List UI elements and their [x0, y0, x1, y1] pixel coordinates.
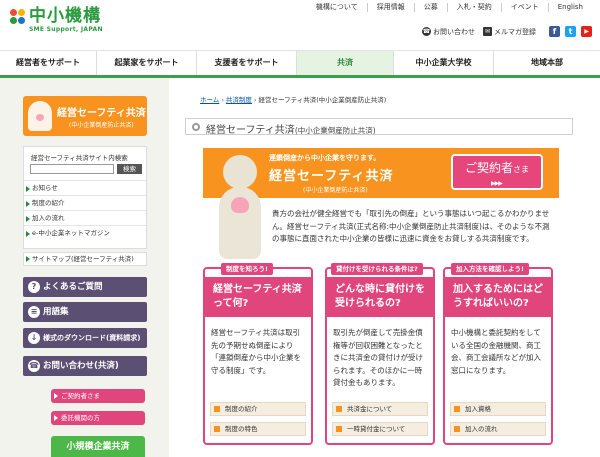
link-recruit[interactable]: 採用情報 — [366, 3, 414, 12]
heart-icon — [231, 197, 249, 213]
small-business-banner[interactable]: 小規模企業共済 — [51, 436, 145, 457]
card-join: 加入するためにはどうすればいいの? 加入方法を確認しよう! 中小機構と委託契約を… — [443, 263, 553, 445]
link-events[interactable]: イベント — [500, 3, 548, 12]
mascot-character-icon — [215, 155, 265, 265]
phone-icon: ☎ — [28, 360, 40, 372]
hero-button-suffix: さま — [513, 165, 529, 174]
phone-icon: ☎ — [422, 27, 431, 36]
search-input[interactable] — [30, 164, 114, 174]
site-header: 中小機構 SME Support, JAPAN 機構について 採用情報 公募 入… — [0, 0, 600, 50]
sidebar-item-news[interactable]: お知らせ — [24, 180, 146, 195]
card-title: どんな時に貸付けを受けられるの? — [327, 277, 433, 317]
hero-catch: 連鎖倒産から中小企業を守ります。 — [269, 154, 381, 162]
newsletter-label: メルマガ登録 — [494, 27, 536, 36]
card-loans: どんな時に貸付けを受けられるの? 貸付けを受けられる条件は? 取引先が倒産して売… — [325, 263, 435, 445]
sidebar-item-flow[interactable]: 加入の流れ — [24, 210, 146, 225]
gnav-mutual-aid[interactable]: 共済 — [297, 51, 394, 75]
faq-button[interactable]: ? よくあるご質問 — [23, 277, 147, 297]
breadcrumb-home[interactable]: ホーム — [200, 96, 219, 104]
character-icon — [28, 101, 52, 131]
mail-icon: ✉ — [483, 27, 492, 36]
card-link-benefits[interactable]: 共済金について — [332, 402, 428, 416]
card-link-join-flow[interactable]: 加入の流れ — [450, 422, 546, 436]
contact-button[interactable]: ☎ お問い合わせ(共済) — [23, 356, 147, 376]
sidebar-item-system[interactable]: 制度の紹介 — [24, 195, 146, 210]
page-title-box: 経営セーフティ共済(中小企業倒産防止共済) — [185, 118, 573, 136]
breadcrumb-current: 経営セーフティ共済(中小企業倒産防止共済) — [258, 96, 387, 104]
hero-title: 経営セーフティ共済 — [269, 169, 394, 184]
subscriber-button[interactable]: ご契約者さま — [51, 389, 145, 403]
download-icon: ↓ — [28, 332, 40, 344]
link-about[interactable]: 機構について — [307, 3, 367, 12]
logo-subtitle: SME Support, JAPAN — [29, 26, 103, 33]
sidebar-link-list: お知らせ 制度の紹介 加入の流れ e-中小企業ネットマガジン — [24, 180, 146, 240]
hero-sub: (中小企業倒産防止共済) — [303, 187, 368, 194]
card-link-features[interactable]: 制度の特色 — [210, 422, 306, 436]
logo-mark-icon — [10, 9, 26, 25]
card-body: 取引先が倒産して売掛金債権等が回収困難となったときに共済金の貸付けが受けられます… — [333, 328, 423, 387]
gnav-regional[interactable]: 地域本部 — [494, 51, 600, 75]
link-public-offer[interactable]: 公募 — [413, 3, 447, 12]
youtube-icon[interactable]: ▶ — [581, 26, 592, 37]
card-title: 加入するためにはどうすればいいの? — [445, 277, 551, 317]
book-icon: ≡ — [28, 306, 40, 318]
card-tag: 加入方法を確認しよう! — [451, 263, 529, 275]
faq-label: よくあるご質問 — [43, 282, 103, 292]
link-english[interactable]: English — [547, 3, 592, 12]
contact-label: お問い合わせ — [433, 27, 475, 36]
breadcrumb: ホーム › 共済制度 › 経営セーフティ共済(中小企業倒産防止共済) — [200, 96, 387, 104]
hero-button-label: ご契約者 — [464, 161, 513, 175]
sidebar-item-sitemap[interactable]: サイトマップ(経営セーフティ共済) — [23, 252, 147, 266]
breadcrumb-mutual-aid[interactable]: 共済制度 — [226, 96, 252, 104]
card-body: 経営セーフティ共済は取引先の予期せぬ倒産により「連鎖倒産から中小企業を守る制度」… — [211, 328, 301, 375]
gnav-managers[interactable]: 経営者をサポート — [0, 51, 97, 75]
facebook-icon[interactable]: f — [549, 26, 560, 37]
question-icon: ? — [28, 281, 40, 293]
card-tag: 貸付けを受けられる条件は? — [331, 263, 423, 275]
glossary-label: 用語集 — [43, 307, 69, 317]
sidebar-item-netmagazine[interactable]: e-中小企業ネットマガジン — [24, 225, 146, 240]
agency-button[interactable]: 委託機関の方 — [51, 411, 145, 425]
card-link-eligibility[interactable]: 加入資格 — [450, 402, 546, 416]
utility-links: 機構について 採用情報 公募 入札・契約 イベント English — [307, 3, 592, 12]
header-actions: ☎ お問い合わせ ✉ メルマガ登録 f t ▶ — [422, 26, 592, 37]
download-button[interactable]: ↓ 様式のダウンロード(資料請求) — [23, 328, 147, 348]
global-nav: 経営者をサポート 起業家をサポート 支援者をサポート 共済 中小企業大学校 地域… — [0, 50, 600, 78]
twitter-icon[interactable]: t — [565, 26, 576, 37]
contact-button-label: お問い合わせ(共済) — [43, 361, 119, 371]
contact-link[interactable]: ☎ お問い合わせ — [422, 27, 475, 37]
card-about: 経営セーフティ共済って何? 制度を知ろう! 経営セーフティ共済は取引先の予期せぬ… — [203, 263, 313, 445]
card-tag: 制度を知ろう! — [221, 263, 273, 275]
sidebar-banner[interactable]: 経営セーフティ共済 (中小企業倒産防止共済) — [23, 96, 147, 136]
card-title: 経営セーフティ共済って何? — [205, 277, 311, 317]
gnav-sme-university[interactable]: 中小企業大学校 — [394, 51, 494, 75]
logo-title: 中小機構 — [29, 6, 101, 26]
site-logo[interactable]: 中小機構 SME Support, JAPAN — [10, 6, 103, 33]
newsletter-link[interactable]: ✉ メルマガ登録 — [483, 27, 536, 37]
sidebar-banner-sub: (中小企業倒産防止共済) — [69, 122, 134, 129]
page-title-sub: (中小企業倒産防止共済) — [294, 126, 376, 135]
sidebar-search-box: 経営セーフティ共済サイト内検索 検索 お知らせ 制度の紹介 加入の流れ e-中小… — [23, 146, 147, 249]
subscriber-hero-button[interactable]: ご契約者さま ▶▶▶ — [451, 154, 543, 190]
search-button[interactable]: 検索 — [117, 164, 142, 174]
card-link-temporary-loans[interactable]: 一時貸付金について — [332, 422, 428, 436]
title-circle-icon — [192, 123, 200, 131]
gnav-entrepreneurs[interactable]: 起業家をサポート — [97, 51, 197, 75]
link-bidding[interactable]: 入札・契約 — [446, 3, 501, 12]
download-label: 様式のダウンロード(資料請求) — [43, 334, 141, 342]
page-title: 経営セーフティ共済(中小企業倒産防止共済) — [206, 125, 376, 136]
arrows-icon: ▶▶▶ — [491, 180, 503, 187]
card-link-system[interactable]: 制度の紹介 — [210, 402, 306, 416]
search-title: 経営セーフティ共済サイト内検索 — [31, 154, 128, 162]
sidebar-banner-title: 経営セーフティ共済 — [57, 108, 146, 119]
glossary-button[interactable]: ≡ 用語集 — [23, 302, 147, 322]
gnav-supporters[interactable]: 支援者をサポート — [197, 51, 297, 75]
intro-text: 貴方の会社が健全経営でも「取引先の倒産」という事態はいつ起こるかわかりません。経… — [272, 209, 550, 243]
card-body: 中小機構と委託契約をしている全国の金融機関、商工会、商工会議所などが加入窓口にな… — [451, 328, 541, 375]
